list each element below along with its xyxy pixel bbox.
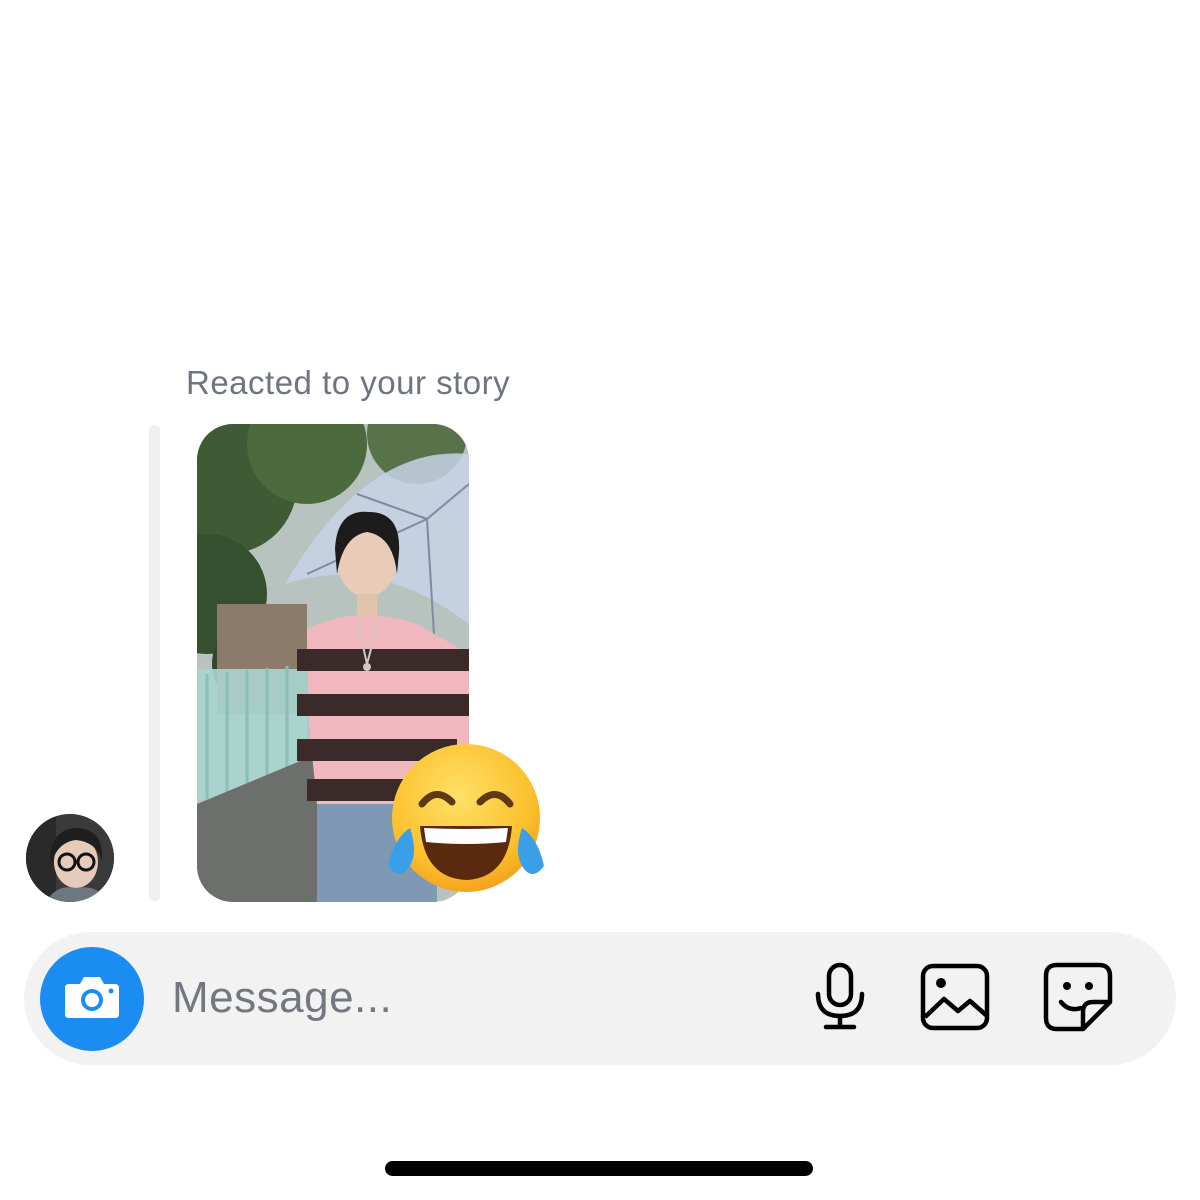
reply-indicator-bar xyxy=(149,425,160,901)
camera-icon xyxy=(63,974,121,1025)
gallery-button[interactable] xyxy=(918,962,992,1036)
sticker-icon xyxy=(1043,962,1113,1037)
microphone-button[interactable] xyxy=(803,962,877,1036)
home-indicator[interactable] xyxy=(385,1161,813,1176)
microphone-icon xyxy=(812,962,868,1037)
reaction-caption: Reacted to your story xyxy=(186,364,511,401)
camera-button[interactable] xyxy=(40,947,144,1051)
face-with-tears-of-joy-icon xyxy=(384,742,548,894)
image-gallery-icon xyxy=(920,963,990,1036)
sticker-button[interactable] xyxy=(1041,962,1115,1036)
avatar[interactable] xyxy=(26,814,114,902)
message-input[interactable] xyxy=(172,958,772,1038)
message-composer xyxy=(24,932,1176,1065)
